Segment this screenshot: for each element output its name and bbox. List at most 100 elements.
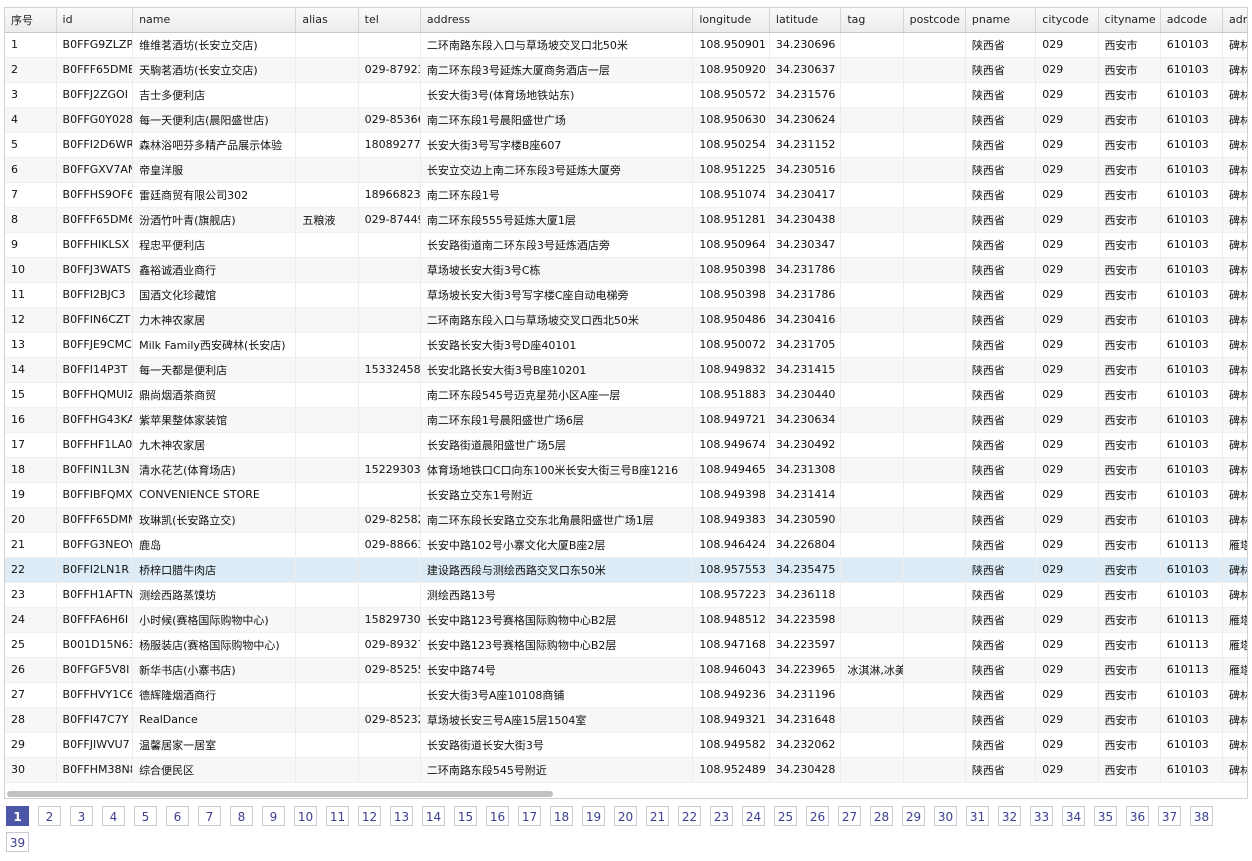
table-row[interactable]: 26B0FFGF5V8I新华书店(小寨书店) 029-852556长安中路74号1… <box>5 657 1247 683</box>
cell-name: 每一天都是便利店 <box>132 357 297 383</box>
column-header-id[interactable]: id <box>56 8 134 33</box>
table-header-row: 序号 id name alias tel address longitude latitude… <box>5 8 1247 33</box>
page-button-26[interactable]: 26 <box>806 806 829 826</box>
column-header-longitude[interactable]: longitude <box>692 8 770 33</box>
table-row[interactable]: 15 B0FFHQMUIZ 鼎尚烟酒茶商贸 南二环东段545号迈克星苑小区A座一层 10… <box>5 382 1247 408</box>
page-button-38[interactable]: 38 <box>1190 806 1213 826</box>
table-row[interactable]: 19 B0FFIBFQMX CONVENIENCE STORE 长安路立交东1号附近 1… <box>5 482 1247 508</box>
cell-latitude: 34.231786 <box>769 257 842 283</box>
table-row[interactable]: 20B0FFF65DMM玫琳凯(长安路立交) 029-825827南二环东段长安路… <box>5 507 1247 533</box>
table-row[interactable]: 17 B0FFHF1LA0 九木神农家居 长安路街道晨阳盛世广场5层 108.94967… <box>5 432 1247 458</box>
column-header-adname[interactable]: adname <box>1222 8 1247 33</box>
column-header-citycode[interactable]: citycode <box>1035 8 1099 33</box>
page-button-14[interactable]: 14 <box>422 806 445 826</box>
table-row[interactable]: 13 B0FFJE9CMC Milk Family西安碑林(长安店) 长安路长安大街3… <box>5 332 1247 358</box>
page-button-31[interactable]: 31 <box>966 806 989 826</box>
page-button-23[interactable]: 23 <box>710 806 733 826</box>
cell-adcode: 610103 <box>1160 482 1224 508</box>
column-header-tag[interactable]: tag <box>840 8 904 33</box>
table-row[interactable]: 25B001D15N63杨服装店(赛格国际购物中心) 029-893278长安中路… <box>5 632 1247 658</box>
page-button-21[interactable]: 21 <box>646 806 669 826</box>
table-row[interactable]: 9 B0FFHIKLSX 程忠平便利店 长安路街道南二环东段3号延炼酒店旁 108.95… <box>5 232 1247 258</box>
table-row[interactable]: 16 B0FFHG43KA 紫苹果整体家装馆 南二环东段1号晨阳盛世广场6层 108.9… <box>5 407 1247 433</box>
page-button-34[interactable]: 34 <box>1062 806 1085 826</box>
table-row[interactable]: 14B0FFI14P3T每一天都是便利店 153324581长安北路长安大街3号B… <box>5 357 1247 383</box>
cell-longitude: 108.950398 <box>692 282 770 308</box>
page-button-33[interactable]: 33 <box>1030 806 1053 826</box>
page-button-32[interactable]: 32 <box>998 806 1021 826</box>
table-row[interactable]: 28B0FFI47C7YRealDance 029-852327草场坡长安三号A座… <box>5 707 1247 733</box>
page-button-1[interactable]: 1 <box>6 806 29 826</box>
page-button-18[interactable]: 18 <box>550 806 573 826</box>
page-button-25[interactable]: 25 <box>774 806 797 826</box>
page-button-16[interactable]: 16 <box>486 806 509 826</box>
column-header-postcode[interactable]: postcode <box>903 8 966 33</box>
column-header-adcode[interactable]: adcode <box>1160 8 1224 33</box>
table-row[interactable]: 11 B0FFI2BJC3 国酒文化珍藏馆 草场坡长安大街3号写字楼C座自动电梯旁 10… <box>5 282 1247 308</box>
column-header-address[interactable]: address <box>420 8 694 33</box>
column-header-name[interactable]: name <box>132 8 297 33</box>
cell-pname: 陕西省 <box>965 157 1037 183</box>
page-button-36[interactable]: 36 <box>1126 806 1149 826</box>
table-row[interactable]: 27 B0FFHVY1C6 德辉隆烟酒商行 长安大街3号A座10108商铺 108.94… <box>5 682 1247 708</box>
table-row[interactable]: 8B0FFF65DM6汾酒竹叶青(旗舰店)五粮液029-874499南二环东段5… <box>5 207 1247 233</box>
table-row[interactable]: 2B0FFF65DMB天駒茗酒坊(长安立交店) 029-879239南二环东段3号… <box>5 57 1247 83</box>
column-header-latitude[interactable]: latitude <box>769 8 842 33</box>
page-button-28[interactable]: 28 <box>870 806 893 826</box>
cell-tag <box>840 482 904 508</box>
page-button-35[interactable]: 35 <box>1094 806 1117 826</box>
page-button-29[interactable]: 29 <box>902 806 925 826</box>
table-row[interactable]: 7B0FFHS9OF6雷廷商贸有限公司302 189668231南二环东段1号10… <box>5 182 1247 208</box>
page-button-4[interactable]: 4 <box>102 806 125 826</box>
page-button-9[interactable]: 9 <box>262 806 285 826</box>
cell-latitude: 34.230438 <box>769 207 842 233</box>
page-button-39[interactable]: 39 <box>6 832 29 852</box>
table-row[interactable]: 5B0FFI2D6WR森林浴吧芬多精产品展示体验 180892779长安大街3号写… <box>5 132 1247 158</box>
cell-address: 长安大街3号写字楼B座607 <box>420 132 694 158</box>
column-header-tel[interactable]: tel <box>358 8 421 33</box>
page-button-27[interactable]: 27 <box>838 806 861 826</box>
horizontal-scrollbar[interactable] <box>5 789 1247 798</box>
cell-id: B0FFI14P3T <box>56 357 134 383</box>
page-button-2[interactable]: 2 <box>38 806 61 826</box>
page-button-37[interactable]: 37 <box>1158 806 1181 826</box>
table-row[interactable]: 23 B0FFH1AFTN 测绘西路蒸馍坊 测绘西路13号 108.957223 34.2… <box>5 582 1247 608</box>
table-row[interactable]: 10 B0FFJ3WATS 鑫裕诚酒业商行 草场坡长安大街3号C栋 108.950398… <box>5 257 1247 283</box>
page-button-30[interactable]: 30 <box>934 806 957 826</box>
column-header-序号[interactable]: 序号 <box>5 8 57 33</box>
page-button-10[interactable]: 10 <box>294 806 317 826</box>
page-button-19[interactable]: 19 <box>582 806 605 826</box>
table-row[interactable]: 24B0FFFA6H6I小时候(赛格国际购物中心) 158297305长安中路12… <box>5 607 1247 633</box>
cell-序号: 19 <box>5 482 57 508</box>
page-button-13[interactable]: 13 <box>390 806 413 826</box>
page-button-7[interactable]: 7 <box>198 806 221 826</box>
page-button-24[interactable]: 24 <box>742 806 765 826</box>
page-button-6[interactable]: 6 <box>166 806 189 826</box>
table-row[interactable]: 21B0FFG3NEOY鹿岛 029-886633长安中路102号小寨文化大厦B座… <box>5 532 1247 558</box>
table-row[interactable]: 22 B0FFI2LN1R 桥梓口腊牛肉店 建设路西段与测绘西路交叉口东50米 108.… <box>5 557 1247 583</box>
page-button-5[interactable]: 5 <box>134 806 157 826</box>
page-button-3[interactable]: 3 <box>70 806 93 826</box>
column-header-cityname[interactable]: cityname <box>1098 8 1161 33</box>
page-button-11[interactable]: 11 <box>326 806 349 826</box>
page-button-17[interactable]: 17 <box>518 806 541 826</box>
table-row[interactable]: 18B0FFIN1L3N清水花艺(体育场店) 152293039体育场地铁口C口向… <box>5 457 1247 483</box>
cell-address: 长安北路长安大街3号B座10201 <box>420 357 694 383</box>
column-header-alias[interactable]: alias <box>295 8 359 33</box>
column-header-pname[interactable]: pname <box>965 8 1037 33</box>
table-row[interactable]: 12 B0FFIN6CZT 力木神农家居 二环南路东段入口与草场坡交叉口西北50米 10… <box>5 307 1247 333</box>
table-row[interactable]: 29 B0FFJIWVU7 温馨居家一居室 长安路街道长安大街3号 108.949582… <box>5 732 1247 758</box>
cell-name: 维维茗酒坊(长安立交店) <box>132 32 297 58</box>
table-row[interactable]: 30 B0FFHM38N8 综合便民区 二环南路东段545号附近 108.952489 3… <box>5 757 1247 783</box>
page-button-8[interactable]: 8 <box>230 806 253 826</box>
table-row[interactable]: 6 B0FFGXV7AN 帝皇洋服 长安立交边上南二环东段3号延炼大厦旁 108.951… <box>5 157 1247 183</box>
table-row[interactable]: 4B0FFG0Y028每一天便利店(晨阳盛世店) 029-853667南二环东段1… <box>5 107 1247 133</box>
page-button-20[interactable]: 20 <box>614 806 637 826</box>
scrollbar-thumb[interactable] <box>7 791 553 797</box>
table-row[interactable]: 1 B0FFG9ZLZP 维维茗酒坊(长安立交店) 二环南路东段入口与草场坡交叉口北5… <box>5 32 1247 58</box>
page-button-12[interactable]: 12 <box>358 806 381 826</box>
cell-pname: 陕西省 <box>965 707 1037 733</box>
table-row[interactable]: 3 B0FFJ2ZGOI 吉士多便利店 长安大街3号(体育场地铁站东) 108.9505… <box>5 82 1247 108</box>
page-button-15[interactable]: 15 <box>454 806 477 826</box>
page-button-22[interactable]: 22 <box>678 806 701 826</box>
